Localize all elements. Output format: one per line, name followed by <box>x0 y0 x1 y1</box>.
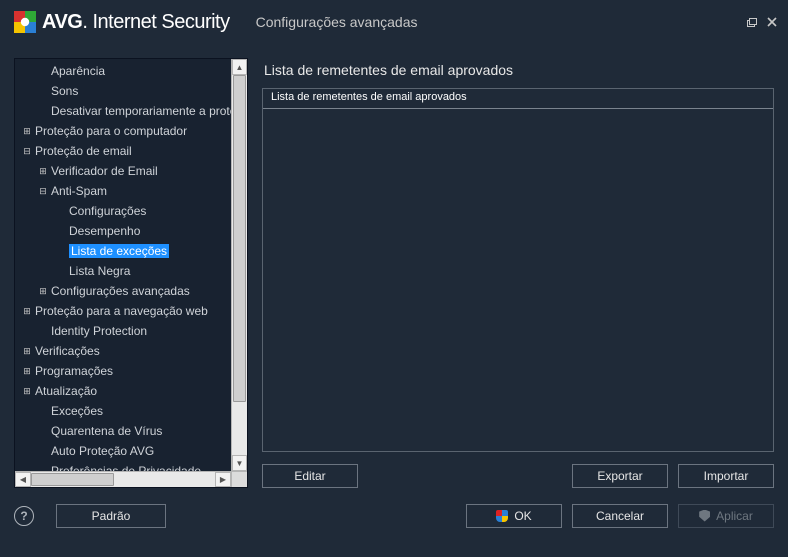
expand-icon[interactable]: ⊞ <box>21 126 33 137</box>
tree-item-label: Identity Protection <box>51 324 147 338</box>
tree-vertical-scrollbar[interactable]: ▲ ▼ <box>231 59 247 471</box>
app-name: AVG. Internet Security <box>42 11 230 34</box>
expand-icon[interactable]: ⊞ <box>21 366 33 377</box>
tree-item-label: Proteção para a navegação web <box>35 304 208 318</box>
avg-logo-icon <box>14 11 36 33</box>
scroll-up-arrow-icon[interactable]: ▲ <box>232 59 247 75</box>
tree-item-label: Desempenho <box>69 224 140 238</box>
tree-item-label: Verificações <box>35 344 100 358</box>
tree-item-label: Configurações <box>69 204 146 218</box>
scrollbar-corner <box>231 471 247 487</box>
tree-item[interactable]: ⊞Atualização <box>15 381 231 401</box>
ok-button-label: OK <box>514 509 531 523</box>
tree-item-label: Preferências de Privacidade <box>51 464 201 471</box>
tree-item[interactable]: ⊟Anti-Spam <box>15 181 231 201</box>
app-logo-title: AVG. Internet Security <box>14 11 230 34</box>
tree-item-label: Proteção para o computador <box>35 124 187 138</box>
collapse-icon[interactable]: ⊟ <box>37 186 49 197</box>
tree-item-label: Verificador de Email <box>51 164 158 178</box>
help-icon[interactable]: ? <box>14 506 34 526</box>
settings-tree: ·Aparência·Sons·Desativar temporariament… <box>14 58 248 488</box>
apply-button-label: Aplicar <box>716 509 753 523</box>
tree-item[interactable]: ·Quarentena de Vírus <box>15 421 231 441</box>
tree-item-label: Atualização <box>35 384 97 398</box>
tree-item-label: Desativar temporariamente a proteção do … <box>51 104 231 118</box>
tree-item-label: Proteção de email <box>35 144 132 158</box>
tree-item[interactable]: ·Desempenho <box>15 221 231 241</box>
content-title: Lista de remetentes de email aprovados <box>262 58 774 88</box>
tree-item-label: Aparência <box>51 64 105 78</box>
tree-item[interactable]: ⊞Programações <box>15 361 231 381</box>
horizontal-scroll-thumb[interactable] <box>31 473 114 486</box>
tree-item[interactable]: ·Configurações <box>15 201 231 221</box>
expand-icon[interactable]: ⊞ <box>37 286 49 297</box>
tree-item-label: Configurações avançadas <box>51 284 190 298</box>
tree-item-label: Sons <box>51 84 78 98</box>
tree-item[interactable]: ·Lista de exceções <box>15 241 231 261</box>
expand-icon[interactable]: ⊞ <box>21 346 33 357</box>
ok-button[interactable]: OK <box>466 504 562 528</box>
uac-shield-icon <box>496 510 508 522</box>
expand-icon[interactable]: ⊞ <box>21 306 33 317</box>
window-restore-button[interactable] <box>744 15 760 29</box>
scroll-down-arrow-icon[interactable]: ▼ <box>232 455 247 471</box>
tree-item[interactable]: ⊞Proteção para o computador <box>15 121 231 141</box>
footer-bar: ? Padrão OK Cancelar Aplicar <box>0 488 788 543</box>
expand-icon[interactable]: ⊞ <box>21 386 33 397</box>
scroll-right-arrow-icon[interactable]: ▶ <box>215 472 231 487</box>
uac-shield-disabled-icon <box>699 510 710 522</box>
tree-item[interactable]: ·Lista Negra <box>15 261 231 281</box>
tree-item[interactable]: ·Preferências de Privacidade <box>15 461 231 471</box>
tree-item[interactable]: ·Desativar temporariamente a proteção do… <box>15 101 231 121</box>
import-button[interactable]: Importar <box>678 464 774 488</box>
tree-item-label: Quarentena de Vírus <box>51 424 162 438</box>
tree-item[interactable]: ⊞Proteção para a navegação web <box>15 301 231 321</box>
export-button[interactable]: Exportar <box>572 464 668 488</box>
tree-item[interactable]: ⊞Configurações avançadas <box>15 281 231 301</box>
window-subtitle: Configurações avançadas <box>256 14 418 30</box>
tree-item-label: Auto Proteção AVG <box>51 444 154 458</box>
tree-item-label: Exceções <box>51 404 103 418</box>
edit-button[interactable]: Editar <box>262 464 358 488</box>
tree-item[interactable]: ·Auto Proteção AVG <box>15 441 231 461</box>
default-button[interactable]: Padrão <box>56 504 166 528</box>
tree-item[interactable]: ·Identity Protection <box>15 321 231 341</box>
approved-senders-list[interactable]: Lista de remetentes de email aprovados <box>262 88 774 452</box>
tree-item[interactable]: ·Sons <box>15 81 231 101</box>
tree-item-label: Lista Negra <box>69 264 130 278</box>
tree-item-label: Lista de exceções <box>69 244 169 258</box>
tree-horizontal-scrollbar[interactable]: ◀ ▶ <box>15 471 231 487</box>
content-pane: Lista de remetentes de email aprovados L… <box>262 58 774 488</box>
collapse-icon[interactable]: ⊟ <box>21 146 33 157</box>
tree-item-label: Programações <box>35 364 113 378</box>
tree-item[interactable]: ⊟Proteção de email <box>15 141 231 161</box>
apply-button[interactable]: Aplicar <box>678 504 774 528</box>
tree-item[interactable]: ·Aparência <box>15 61 231 81</box>
cancel-button[interactable]: Cancelar <box>572 504 668 528</box>
tree-item[interactable]: ⊞Verificações <box>15 341 231 361</box>
expand-icon[interactable]: ⊞ <box>37 166 49 177</box>
vertical-scroll-thumb[interactable] <box>233 75 246 402</box>
tree-item-label: Anti-Spam <box>51 184 107 198</box>
tree-item[interactable]: ⊞Verificador de Email <box>15 161 231 181</box>
title-bar: AVG. Internet Security Configurações ava… <box>0 0 788 44</box>
tree-item[interactable]: ·Exceções <box>15 401 231 421</box>
window-close-button[interactable] <box>764 15 780 29</box>
list-column-header[interactable]: Lista de remetentes de email aprovados <box>263 89 773 109</box>
scroll-left-arrow-icon[interactable]: ◀ <box>15 472 31 487</box>
